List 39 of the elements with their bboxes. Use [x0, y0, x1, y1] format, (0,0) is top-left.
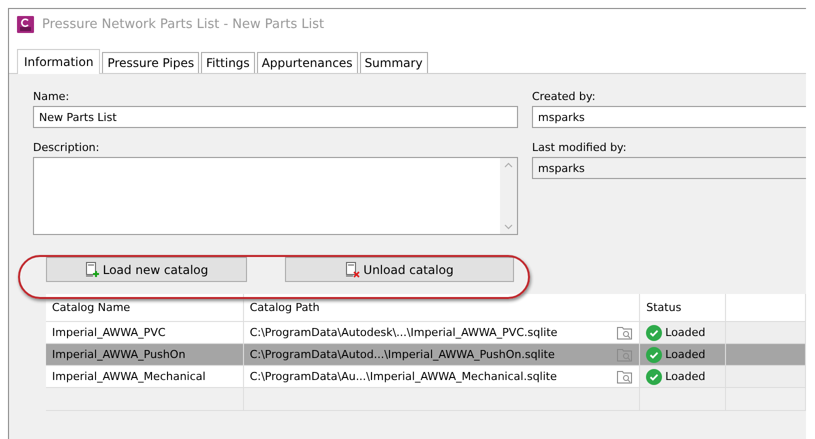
catalog-icon — [345, 262, 362, 278]
app-icon — [17, 16, 34, 32]
check-icon — [646, 346, 662, 362]
table-cell: C:\ProgramData\Autodesk\...\Imperial_AWWA_PVC.sqlite — [250, 326, 558, 339]
tab[interactable]: Pressure Pipes — [102, 52, 200, 73]
field-label: Last modified by: — [532, 141, 628, 154]
scroll-up-icon[interactable] — [504, 162, 513, 168]
description-field[interactable] — [33, 157, 518, 235]
field-label: Created by: — [532, 90, 596, 103]
tab[interactable]: Information — [17, 49, 100, 74]
column-header: Catalog Path — [243, 294, 640, 322]
status-text: Loaded — [665, 326, 706, 339]
modified-by-field[interactable]: msparks — [532, 157, 806, 179]
browse-folder-icon[interactable] — [617, 326, 634, 340]
browse-folder-icon[interactable] — [617, 348, 634, 362]
table-cell: Imperial_AWWA_PVC — [46, 322, 244, 344]
check-icon — [646, 368, 662, 384]
load-catalog-button[interactable]: Load new catalog — [46, 257, 247, 282]
field-label: Name: — [33, 90, 70, 103]
browse-folder-icon[interactable] — [617, 370, 634, 384]
created-by-field[interactable]: msparks — [532, 106, 806, 128]
table-cell: C:\ProgramData\Au...\Imperial_AWWA_Mechanical.sqlite — [250, 370, 557, 383]
name-field[interactable]: New Parts List — [33, 106, 518, 128]
tab[interactable]: Summary — [360, 52, 428, 73]
column-header: Catalog Name — [46, 294, 244, 322]
column-header: Status — [640, 294, 726, 322]
table-cell: C:\ProgramData\Autod...\Imperial_AWWA_PushOn.sqlite — [250, 348, 555, 361]
table-cell: Imperial_AWWA_PushOn — [46, 344, 244, 366]
field-label: Description: — [33, 141, 100, 154]
tab[interactable]: Appurtenances — [256, 52, 358, 73]
status-text: Loaded — [665, 348, 706, 361]
status-text: Loaded — [665, 370, 706, 383]
scroll-down-icon[interactable] — [504, 224, 513, 230]
table-cell: Imperial_AWWA_Mechanical — [46, 366, 244, 388]
catalog-icon — [84, 262, 101, 278]
check-icon — [646, 324, 662, 340]
window-title: Pressure Network Parts List - New Parts List — [42, 16, 324, 32]
tab[interactable]: Fittings — [201, 52, 255, 73]
unload-catalog-button[interactable]: Unload catalog — [285, 257, 514, 282]
